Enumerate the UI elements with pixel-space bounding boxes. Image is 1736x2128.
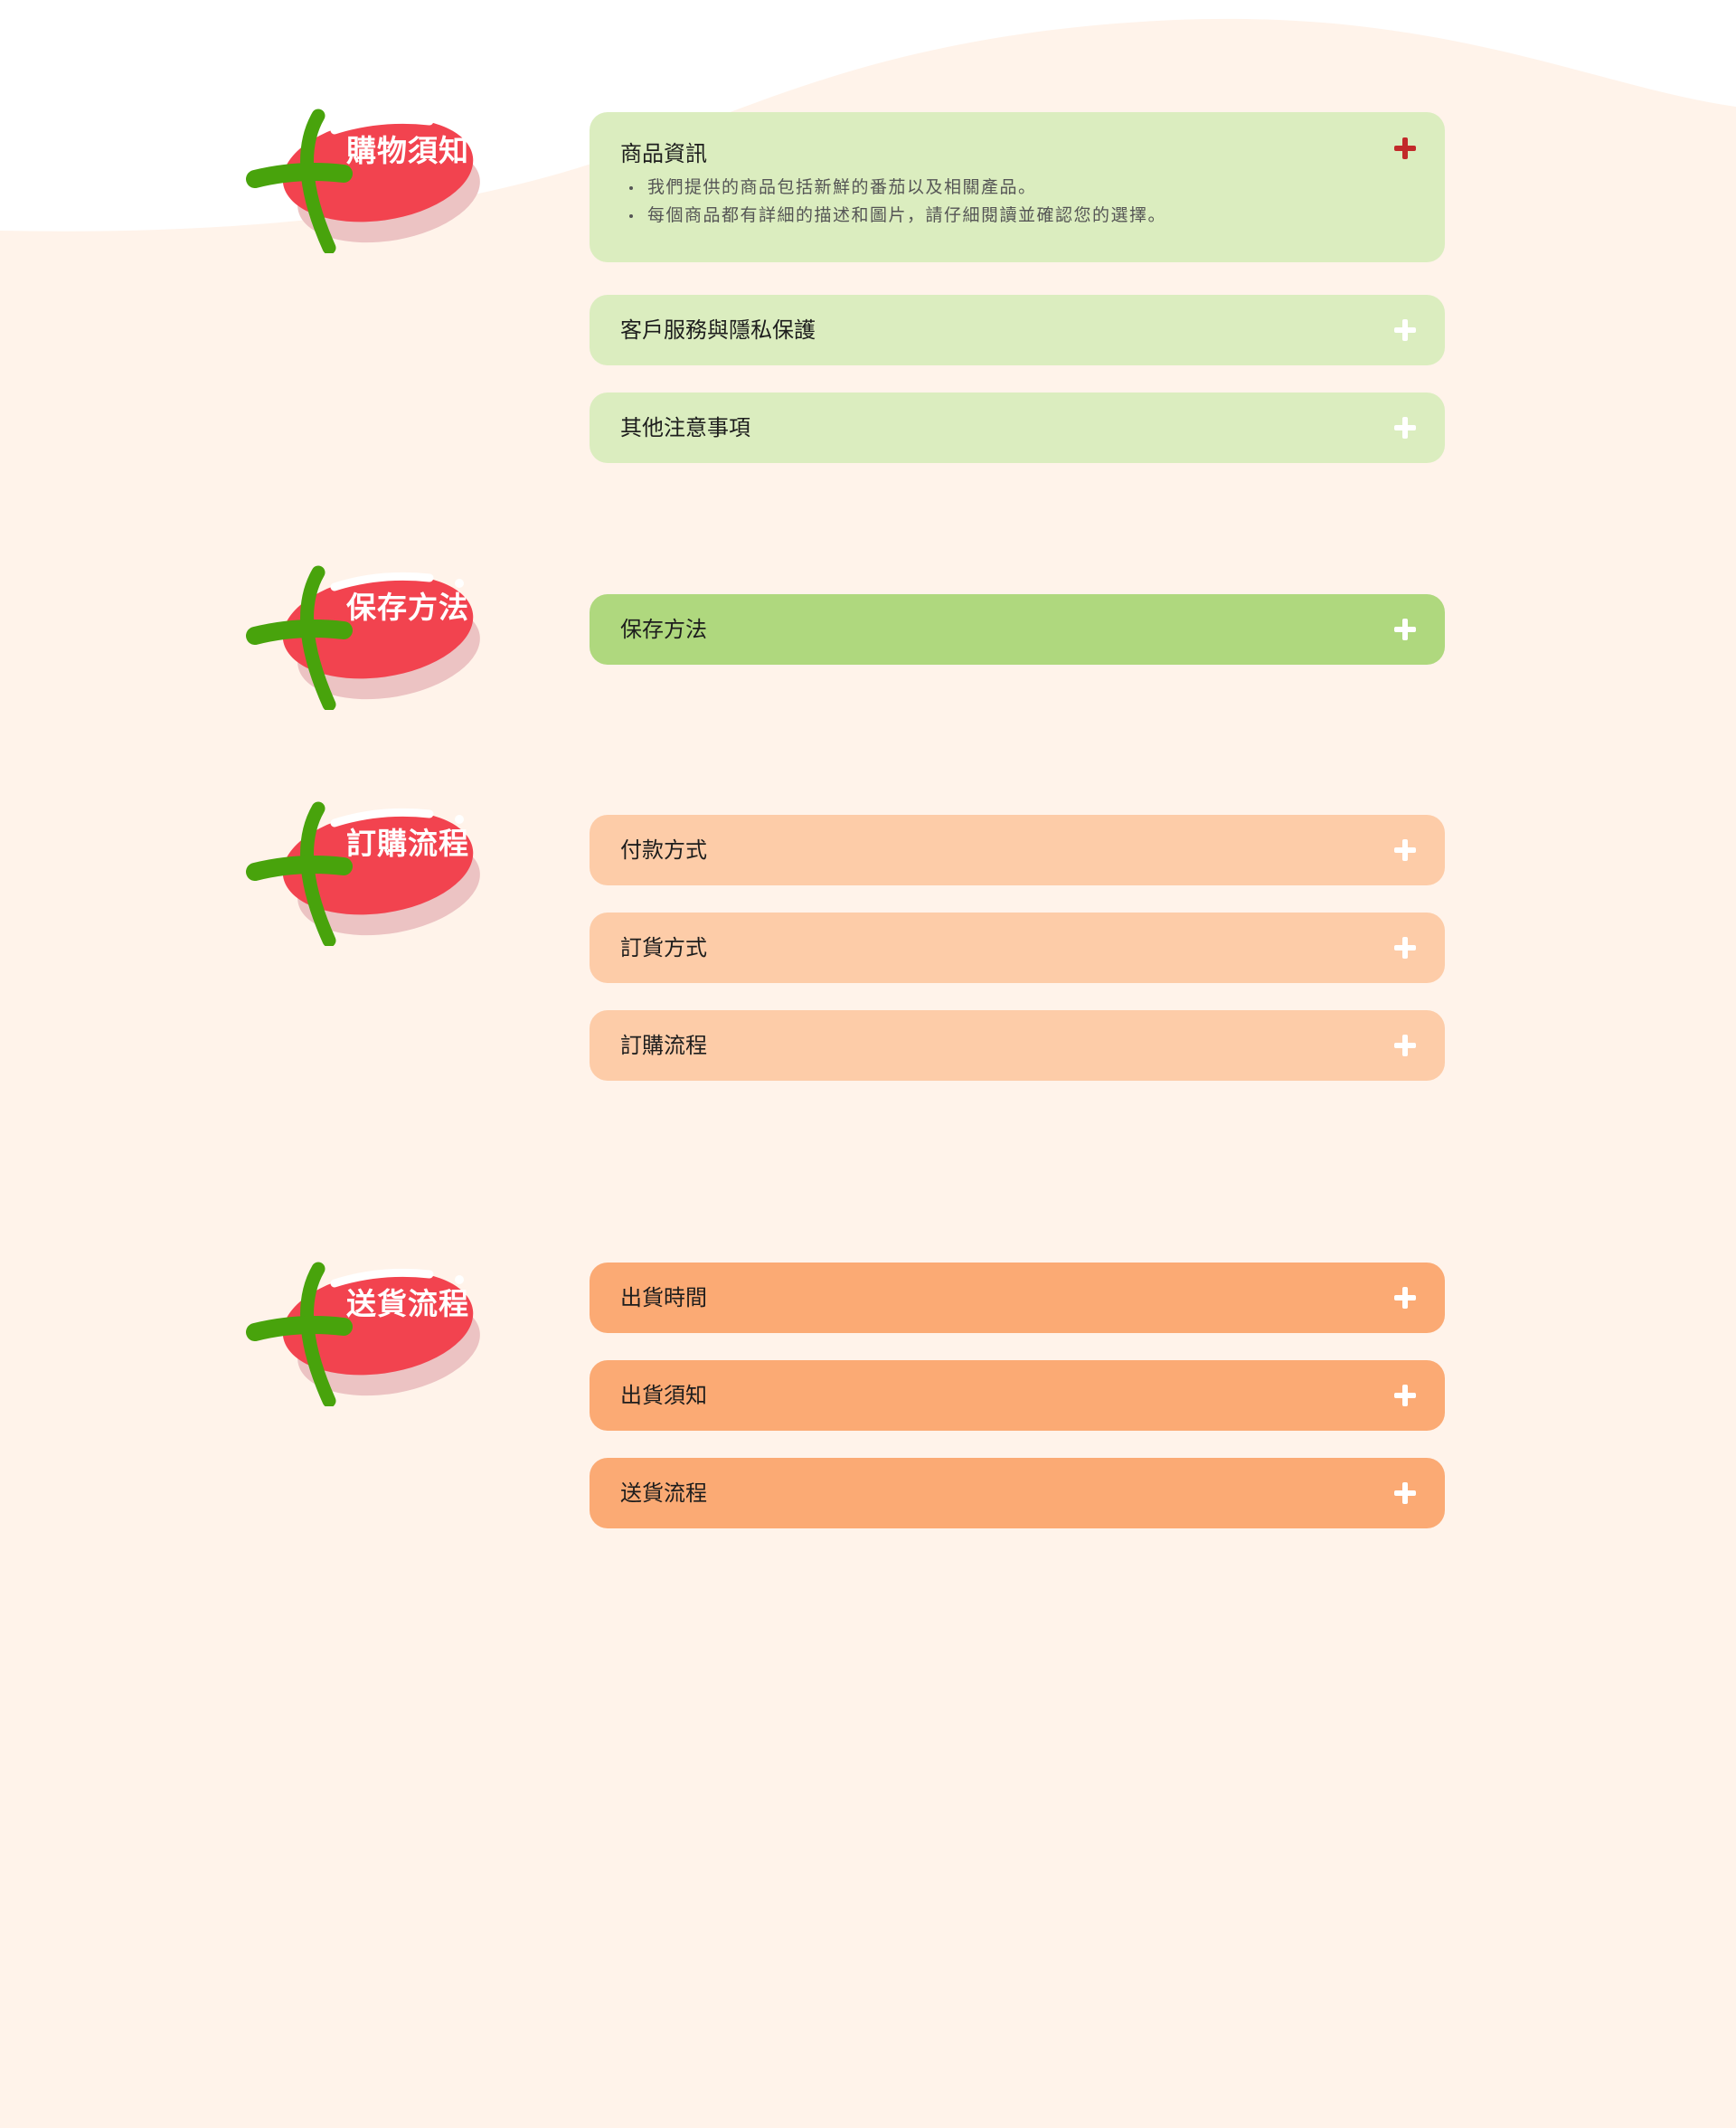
accordion-item-delivery-process[interactable]: 送貨流程 (590, 1458, 1445, 1528)
expand-plus-icon[interactable] (1394, 319, 1416, 341)
section-badge-label: 訂購流程 (346, 826, 469, 861)
tomato-icon (246, 1262, 480, 1406)
accordion-title: 客戶服務與隱私保護 (620, 317, 816, 343)
detail-line: 我們提供的商品包括新鮮的番茄以及相關產品。 (627, 174, 1166, 202)
accordion-item-shipping-notes[interactable]: 出貨須知 (590, 1360, 1445, 1431)
accordion-title: 出貨時間 (620, 1285, 707, 1310)
tomato-icon (246, 109, 480, 253)
section-badge: 送貨流程 (244, 1253, 515, 1406)
expand-plus-icon[interactable] (1394, 619, 1416, 640)
accordion-item-shipping-time[interactable]: 出貨時間 (590, 1263, 1445, 1333)
expand-plus-icon[interactable] (1394, 1385, 1416, 1406)
section-badge: 購物須知 (244, 99, 515, 253)
accordion-title: 訂購流程 (620, 1033, 707, 1058)
accordion-title: 商品資訊 (620, 141, 707, 166)
accordion-item-product-info[interactable]: 商品資訊 我們提供的商品包括新鮮的番茄以及相關產品。 每個商品都有詳細的描述和圖… (590, 112, 1445, 262)
expand-plus-icon[interactable] (1394, 417, 1416, 439)
expand-plus-icon[interactable] (1394, 1287, 1416, 1309)
section-badge: 訂購流程 (244, 792, 515, 946)
expand-plus-icon[interactable] (1394, 839, 1416, 861)
accordion-content: 我們提供的商品包括新鮮的番茄以及相關產品。 每個商品都有詳細的描述和圖片，請仔細… (627, 174, 1166, 230)
accordion-item-customer-service[interactable]: 客戶服務與隱私保護 (590, 295, 1445, 365)
accordion-title: 訂貨方式 (620, 935, 707, 960)
section-badge-label: 保存方法 (346, 590, 469, 625)
tomato-icon (246, 801, 480, 946)
section-badge: 保存方法 (244, 556, 515, 710)
expand-plus-icon[interactable] (1394, 937, 1416, 959)
tomato-icon (246, 565, 480, 710)
section-badge-label: 送貨流程 (346, 1286, 469, 1321)
detail-line: 每個商品都有詳細的描述和圖片，請仔細閱讀並確認您的選擇。 (627, 202, 1166, 230)
accordion-title: 保存方法 (620, 617, 707, 642)
expand-plus-icon[interactable] (1394, 1482, 1416, 1504)
accordion-title: 送貨流程 (620, 1480, 707, 1506)
accordion-title: 付款方式 (620, 837, 707, 863)
accordion-item-storage[interactable]: 保存方法 (590, 594, 1445, 665)
expand-plus-icon[interactable] (1394, 137, 1416, 159)
accordion-item-payment[interactable]: 付款方式 (590, 815, 1445, 885)
accordion-item-order-method[interactable]: 訂貨方式 (590, 913, 1445, 983)
expand-plus-icon[interactable] (1394, 1035, 1416, 1056)
section-badge-label: 購物須知 (346, 133, 469, 168)
accordion-item-order-process[interactable]: 訂購流程 (590, 1010, 1445, 1081)
accordion-title: 其他注意事項 (620, 415, 750, 440)
accordion-title: 出貨須知 (620, 1383, 707, 1408)
accordion-item-other-notes[interactable]: 其他注意事項 (590, 392, 1445, 463)
